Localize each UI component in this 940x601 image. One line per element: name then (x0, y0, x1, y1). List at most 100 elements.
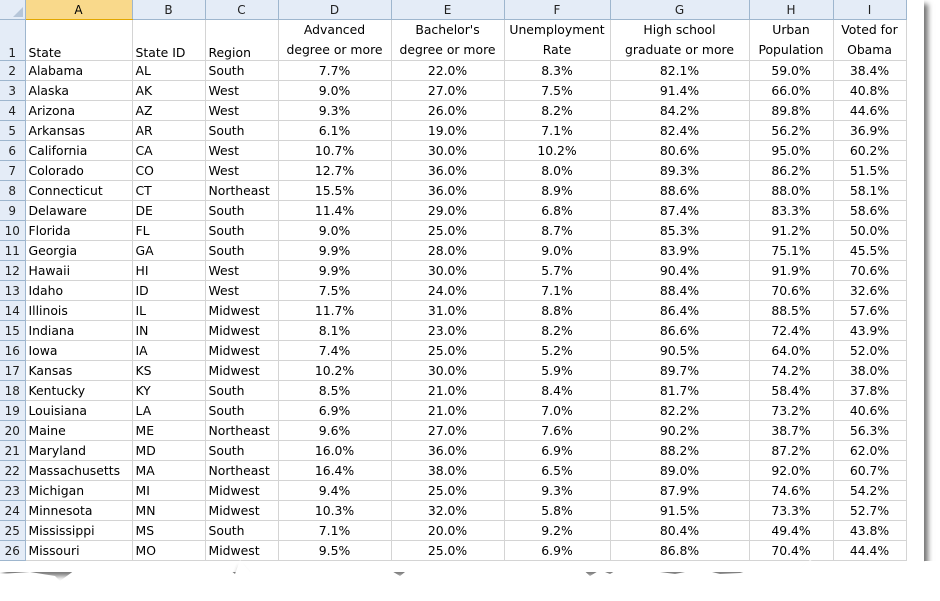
cell-state-id[interactable]: MI (132, 480, 206, 501)
cell-bachelors-degree[interactable]: 38.0% (391, 460, 505, 481)
cell-urban-population[interactable]: 91.9% (749, 260, 834, 281)
cell-region[interactable]: Midwest (205, 300, 279, 321)
cell-unemployment-rate[interactable]: 5.9% (504, 360, 611, 381)
cell-voted-obama[interactable]: 45.5% (833, 240, 907, 261)
cell-urban-population[interactable]: 73.2% (749, 400, 834, 421)
cell-region[interactable]: South (205, 520, 279, 541)
cell-unemployment-rate[interactable]: 6.9% (504, 440, 611, 461)
cell-advanced-degree[interactable]: 7.7% (278, 60, 392, 81)
cell-unemployment-rate[interactable]: 7.0% (504, 400, 611, 421)
cell-region[interactable]: South (205, 380, 279, 401)
cell-voted-obama[interactable]: 62.0% (833, 440, 907, 461)
cell-bachelors-degree[interactable]: 25.0% (391, 340, 505, 361)
cell-advanced-degree[interactable]: 10.7% (278, 140, 392, 161)
cell-urban-population[interactable]: 66.0% (749, 80, 834, 101)
cell-state-id[interactable]: CA (132, 140, 206, 161)
cell-state-id[interactable]: DE (132, 200, 206, 221)
cell-voted-obama[interactable]: 54.2% (833, 480, 907, 501)
cell-voted-obama[interactable]: 50.0% (833, 220, 907, 241)
cell-header-high-school[interactable]: High school graduate or more (610, 19, 750, 61)
cell-state-id[interactable]: CT (132, 180, 206, 201)
row-header[interactable]: 8 (0, 180, 26, 201)
cell-bachelors-degree[interactable]: 21.0% (391, 400, 505, 421)
cell-region[interactable]: Midwest (205, 360, 279, 381)
cell-region[interactable]: South (205, 440, 279, 461)
cell-bachelors-degree[interactable]: 36.0% (391, 180, 505, 201)
cell-state[interactable]: Florida (25, 220, 133, 241)
row-header[interactable]: 22 (0, 460, 26, 481)
cell-advanced-degree[interactable]: 8.5% (278, 380, 392, 401)
cell-state[interactable]: Minnesota (25, 500, 133, 521)
cell-unemployment-rate[interactable]: 7.5% (504, 80, 611, 101)
cell-advanced-degree[interactable]: 15.5% (278, 180, 392, 201)
cell-region[interactable]: West (205, 280, 279, 301)
cell-advanced-degree[interactable]: 9.0% (278, 220, 392, 241)
cell-unemployment-rate[interactable]: 8.3% (504, 60, 611, 81)
row-header[interactable]: 20 (0, 420, 26, 441)
cell-header-unemployment-rate[interactable]: Unemployment Rate (504, 19, 611, 61)
cell-header-bachelors-degree[interactable]: Bachelor's degree or more (391, 19, 505, 61)
cell-voted-obama[interactable]: 40.6% (833, 400, 907, 421)
cell-bachelors-degree[interactable]: 28.0% (391, 240, 505, 261)
cell-state-id[interactable]: GA (132, 240, 206, 261)
cell-region[interactable]: South (205, 60, 279, 81)
cell-voted-obama[interactable]: 38.0% (833, 360, 907, 381)
cell-unemployment-rate[interactable]: 5.2% (504, 340, 611, 361)
cell-high-school[interactable]: 89.3% (610, 160, 750, 181)
cell-voted-obama[interactable]: 52.0% (833, 340, 907, 361)
cell-bachelors-degree[interactable]: 25.0% (391, 480, 505, 501)
cell-voted-obama[interactable]: 43.8% (833, 520, 907, 541)
cell-voted-obama[interactable]: 52.7% (833, 500, 907, 521)
cell-state-id[interactable]: HI (132, 260, 206, 281)
cell-advanced-degree[interactable]: 11.4% (278, 200, 392, 221)
cell-urban-population[interactable]: 59.0% (749, 60, 834, 81)
cell-state-id[interactable]: KS (132, 360, 206, 381)
row-header[interactable]: 7 (0, 160, 26, 181)
cell-region[interactable]: Northeast (205, 460, 279, 481)
cell-state[interactable]: Illinois (25, 300, 133, 321)
row-header[interactable]: 17 (0, 360, 26, 381)
cell-urban-population[interactable]: 70.6% (749, 280, 834, 301)
cell-high-school[interactable]: 80.4% (610, 520, 750, 541)
cell-urban-population[interactable]: 88.5% (749, 300, 834, 321)
cell-high-school[interactable]: 89.7% (610, 360, 750, 381)
cell-state-id[interactable]: KY (132, 380, 206, 401)
column-header-b[interactable]: B (132, 0, 206, 20)
cell-bachelors-degree[interactable]: 29.0% (391, 200, 505, 221)
cell-region[interactable]: West (205, 160, 279, 181)
cell-high-school[interactable]: 88.6% (610, 180, 750, 201)
cell-advanced-degree[interactable]: 10.2% (278, 360, 392, 381)
cell-high-school[interactable]: 87.9% (610, 480, 750, 501)
cell-urban-population[interactable]: 92.0% (749, 460, 834, 481)
cell-advanced-degree[interactable]: 6.9% (278, 400, 392, 421)
cell-advanced-degree[interactable]: 12.7% (278, 160, 392, 181)
cell-advanced-degree[interactable]: 7.4% (278, 340, 392, 361)
cell-state-id[interactable]: AR (132, 120, 206, 141)
cell-state[interactable]: Louisiana (25, 400, 133, 421)
cell-high-school[interactable]: 82.4% (610, 120, 750, 141)
cell-high-school[interactable]: 82.1% (610, 60, 750, 81)
cell-state[interactable]: Arizona (25, 100, 133, 121)
cell-high-school[interactable]: 83.9% (610, 240, 750, 261)
cell-advanced-degree[interactable]: 7.5% (278, 280, 392, 301)
row-header[interactable]: 2 (0, 60, 26, 81)
cell-header-voted-obama[interactable]: Voted for Obama (833, 19, 907, 61)
cell-urban-population[interactable]: 91.2% (749, 220, 834, 241)
row-header[interactable]: 13 (0, 280, 26, 301)
cell-state-id[interactable]: AL (132, 60, 206, 81)
cell-high-school[interactable]: 88.4% (610, 280, 750, 301)
cell-advanced-degree[interactable]: 16.4% (278, 460, 392, 481)
cell-high-school[interactable]: 90.4% (610, 260, 750, 281)
cell-advanced-degree[interactable]: 7.1% (278, 520, 392, 541)
cell-state[interactable]: California (25, 140, 133, 161)
cell-urban-population[interactable]: 74.2% (749, 360, 834, 381)
row-header[interactable]: 1 (0, 19, 26, 61)
cell-state[interactable]: Alabama (25, 60, 133, 81)
cell-state-id[interactable]: LA (132, 400, 206, 421)
cell-state[interactable]: Hawaii (25, 260, 133, 281)
cell-voted-obama[interactable]: 36.9% (833, 120, 907, 141)
cell-voted-obama[interactable]: 56.3% (833, 420, 907, 441)
row-header[interactable]: 11 (0, 240, 26, 261)
cell-bachelors-degree[interactable]: 21.0% (391, 380, 505, 401)
cell-state[interactable]: Georgia (25, 240, 133, 261)
